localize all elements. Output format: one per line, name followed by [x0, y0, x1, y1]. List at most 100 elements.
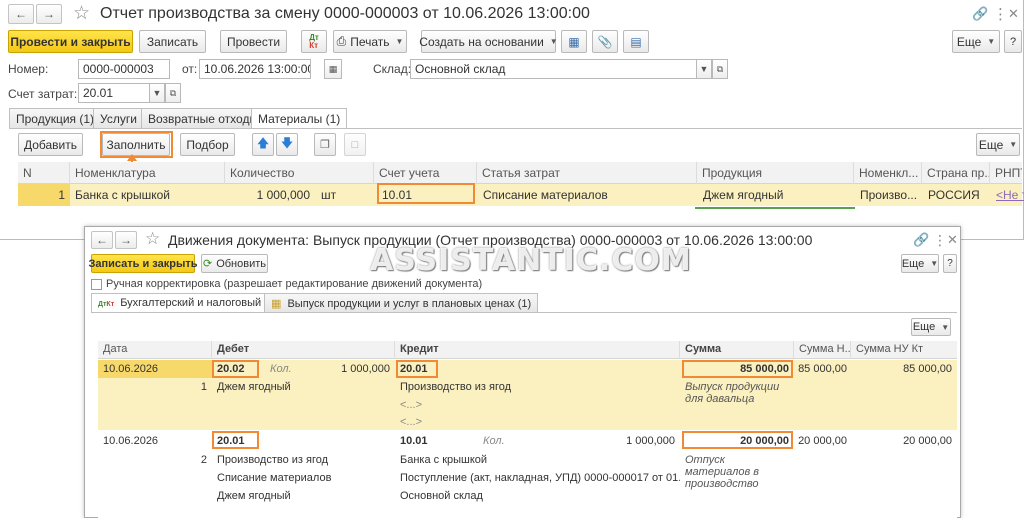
warehouse-field[interactable]: Основной склад [410, 59, 697, 79]
row1-sum-highlight [682, 360, 793, 378]
more-menu-icon[interactable]: ⋮ [933, 233, 947, 247]
print-button[interactable]: ⎙ Печать ▼ [333, 30, 407, 53]
tab-materials[interactable]: Материалы (1) [251, 108, 348, 129]
dt-kt-icon: ДтКт [98, 301, 115, 308]
warehouse-dropdown-icon[interactable]: ▼ [696, 59, 712, 79]
more-button[interactable]: Еще ▼ [952, 30, 1000, 53]
row2-num: 2 [200, 454, 207, 466]
move-down-icon[interactable]: 🡇 [276, 133, 298, 156]
save-and-close-button[interactable]: Записать и закрыть [88, 254, 198, 273]
number-field[interactable]: 0000-000003 [78, 59, 170, 79]
register-icon: ▦ [271, 298, 282, 310]
date-label: от: [182, 62, 198, 76]
materials-table-header: N Номенклатура Количество Счет учета Ста… [18, 162, 1022, 184]
col-sum-nu-kt: Сумма НУ Кт [856, 343, 924, 355]
report-icon[interactable]: ▤ [623, 30, 649, 53]
date-field[interactable]: 10.06.2026 13:00:00 [199, 59, 311, 79]
table-more-button[interactable]: Еще ▼ [976, 133, 1020, 156]
row2-credit-sub-3: Основной склад [400, 490, 483, 502]
forward-button[interactable]: → [36, 4, 62, 24]
pick-button[interactable]: Подбор [180, 133, 235, 156]
warehouse-open-icon[interactable]: ⧉ [712, 59, 728, 79]
row2-credit-sub-2: Поступление (акт, накладная, УПД) 0000-0… [400, 472, 680, 484]
tab-products[interactable]: Продукция (1) [9, 108, 102, 128]
row1-description: Выпуск продукции для давальца [685, 381, 780, 405]
row-product: Джем ягодный [703, 188, 784, 202]
arrow-right-icon: → [120, 233, 132, 247]
close-icon[interactable]: ✕ [1008, 7, 1019, 20]
row2-debit-sub-3: Джем ягодный [217, 490, 291, 502]
link-icon[interactable]: 🔗 [913, 233, 929, 246]
favorite-star-icon[interactable]: ☆ [73, 4, 90, 23]
cost-account-field[interactable]: 20.01 [78, 83, 150, 103]
help-icon[interactable]: ? [1004, 30, 1022, 53]
create-based-on-button[interactable]: Создать на основании ▼ [419, 30, 558, 53]
back-button[interactable]: ← [91, 231, 113, 249]
col-nomenclature: Номенкл... [854, 162, 922, 184]
row1-qty-label: Кол. [270, 363, 292, 375]
help-icon[interactable]: ? [943, 254, 957, 273]
calendar-icon[interactable]: ▦ [324, 59, 342, 79]
post-and-close-button[interactable]: Провести и закрыть [8, 30, 133, 53]
row-progress-line [695, 207, 855, 209]
warehouse-label: Склад: [373, 62, 412, 76]
col-item: Номенклатура [70, 162, 225, 184]
number-label: Номер: [8, 62, 49, 76]
col-rnpt: РНПТ [995, 166, 1022, 180]
paste-icon[interactable]: □ [344, 133, 366, 156]
dt-kt-icon[interactable]: Дт Кт [301, 30, 327, 53]
movements-table-header: Дата Дебет Кредит Сумма Сумма Н... Сумма… [98, 341, 957, 359]
row-nomenclature: Произво... [860, 188, 918, 202]
row1-credit-sub-3: <...> [400, 416, 423, 428]
row1-date: 10.06.2026 [103, 363, 159, 375]
col-country: Страна пр... [922, 162, 990, 184]
row1-credit-sub-1: Производство из ягод [400, 381, 512, 393]
col-date: Дата [98, 341, 212, 359]
arrow-right-icon: → [43, 7, 55, 21]
move-up-icon[interactable]: 🡅 [252, 133, 274, 156]
table-row[interactable]: 1 Банка с крышкой 1 000,000 шт 10.01 Спи… [18, 184, 1024, 206]
save-button[interactable]: Записать [139, 30, 206, 53]
row1-credit-highlight [396, 360, 438, 378]
link-icon[interactable]: 🔗 [972, 7, 988, 20]
col-n: N [18, 162, 70, 184]
cost-account-open-icon[interactable]: ⧉ [165, 83, 181, 103]
row2-debit-sub-2: Списание материалов [217, 472, 332, 484]
row2-sum-nu-dt: 20 000,00 [798, 435, 847, 447]
refresh-button[interactable]: ⟳ Обновить [201, 254, 268, 273]
tab-planned-prices[interactable]: ▦ Выпуск продукции и услуг в плановых це… [264, 293, 539, 312]
row2-qty: 1 000,000 [626, 435, 675, 447]
row2-debit-highlight [212, 431, 259, 449]
row2-credit: 10.01 [400, 435, 428, 447]
arrow-left-icon: ← [15, 7, 27, 21]
row2-debit-sub-1: Производство из ягод [217, 454, 329, 466]
col-sum: Сумма [680, 341, 794, 359]
copy-icon[interactable]: ❐ [314, 133, 336, 156]
manual-correction-checkbox[interactable] [91, 279, 102, 290]
col-cost-item: Статья затрат [477, 162, 697, 184]
tab-services[interactable]: Услуги [93, 108, 144, 128]
cost-account-dropdown-icon[interactable]: ▼ [149, 83, 165, 103]
add-button[interactable]: Добавить [18, 133, 83, 156]
row2-sum-nu-kt: 20 000,00 [903, 435, 952, 447]
table-more-button[interactable]: Еще ▼ [911, 318, 951, 336]
tab-divider [91, 312, 957, 313]
row1-num: 1 [200, 381, 207, 393]
row-rnpt[interactable]: <Не т [996, 188, 1024, 202]
col-debit: Дебет [212, 341, 395, 359]
row1-qty: 1 000,000 [341, 363, 390, 375]
paperclip-icon[interactable]: 📎 [592, 30, 618, 53]
favorite-star-icon[interactable]: ☆ [145, 230, 160, 247]
more-menu-icon[interactable]: ⋮ [993, 7, 1008, 22]
row1-sum-nu-kt: 85 000,00 [903, 363, 952, 375]
post-button[interactable]: Провести [220, 30, 287, 53]
manual-correction-label: Ручная корректировка (разрешает редактир… [106, 278, 483, 290]
tab-return-waste[interactable]: Возвратные отходы [141, 108, 266, 128]
more-button[interactable]: Еще ▼ [901, 254, 939, 273]
forward-button[interactable]: → [115, 231, 137, 249]
structure-icon[interactable]: ▦ [561, 30, 587, 53]
row2-sum-highlight [682, 431, 793, 449]
chevron-down-icon: ▼ [395, 37, 404, 46]
close-icon[interactable]: ✕ [947, 233, 958, 246]
back-button[interactable]: ← [8, 4, 34, 24]
